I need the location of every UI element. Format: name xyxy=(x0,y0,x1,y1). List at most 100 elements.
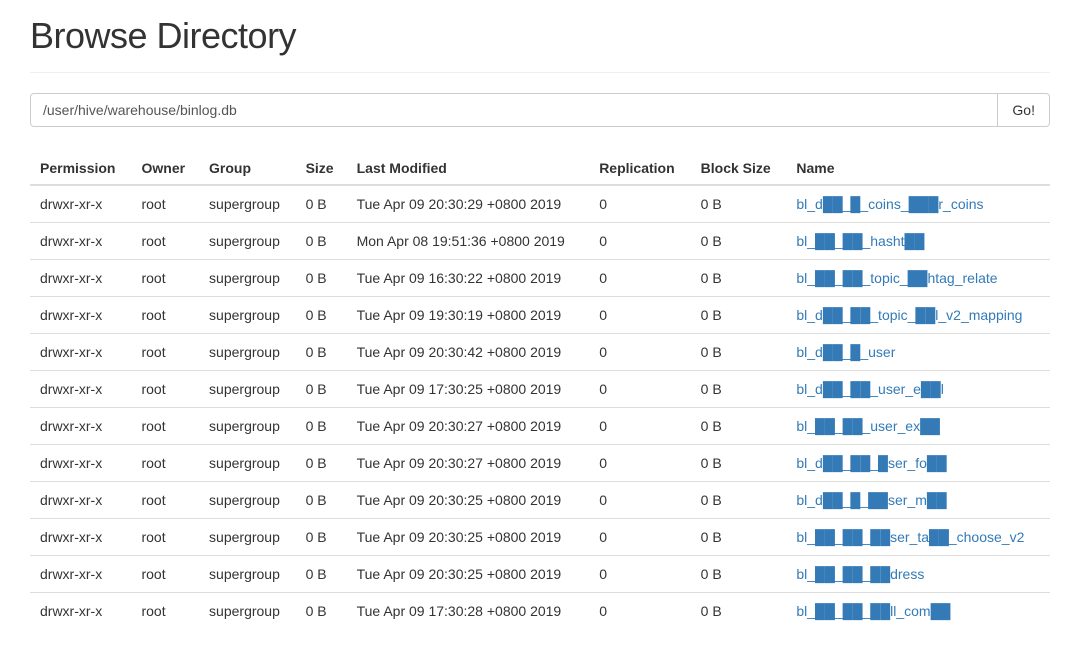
cell-size: 0 B xyxy=(296,408,347,445)
cell-owner: root xyxy=(131,260,199,297)
cell-name: bl_d██_█_coins_███r_coins xyxy=(786,185,1050,223)
cell-last-modified: Tue Apr 09 20:30:25 +0800 2019 xyxy=(347,556,590,593)
cell-last-modified: Tue Apr 09 17:30:28 +0800 2019 xyxy=(347,593,590,630)
col-permission: Permission xyxy=(30,152,131,185)
cell-block-size: 0 B xyxy=(691,297,787,334)
cell-size: 0 B xyxy=(296,371,347,408)
cell-last-modified: Tue Apr 09 20:30:42 +0800 2019 xyxy=(347,334,590,371)
table-header-row: Permission Owner Group Size Last Modifie… xyxy=(30,152,1050,185)
cell-size: 0 B xyxy=(296,445,347,482)
cell-owner: root xyxy=(131,593,199,630)
name-link[interactable]: bl_██_██_topic_██htag_relate xyxy=(796,270,997,286)
cell-name: bl_██_██_██ser_ta██_choose_v2 xyxy=(786,519,1050,556)
col-size: Size xyxy=(296,152,347,185)
cell-name: bl_██_██_user_ex██ xyxy=(786,408,1050,445)
cell-block-size: 0 B xyxy=(691,519,787,556)
table-row: drwxr-xr-xrootsupergroup0 BTue Apr 09 19… xyxy=(30,297,1050,334)
name-link[interactable]: bl_██_██_hasht██ xyxy=(796,233,924,249)
cell-replication: 0 xyxy=(589,297,690,334)
name-link[interactable]: bl_██_██_██ser_ta██_choose_v2 xyxy=(796,529,1024,545)
cell-group: supergroup xyxy=(199,482,296,519)
col-name: Name xyxy=(786,152,1050,185)
table-row: drwxr-xr-xrootsupergroup0 BTue Apr 09 20… xyxy=(30,445,1050,482)
name-link[interactable]: bl_d██_██_█ser_fo██ xyxy=(796,455,946,471)
name-link[interactable]: bl_d██_██_topic_██l_v2_mapping xyxy=(796,307,1022,323)
cell-last-modified: Tue Apr 09 16:30:22 +0800 2019 xyxy=(347,260,590,297)
cell-name: bl_██_██_topic_██htag_relate xyxy=(786,260,1050,297)
cell-block-size: 0 B xyxy=(691,371,787,408)
cell-last-modified: Tue Apr 09 20:30:25 +0800 2019 xyxy=(347,519,590,556)
cell-owner: root xyxy=(131,482,199,519)
page-title: Browse Directory xyxy=(30,15,1050,57)
cell-replication: 0 xyxy=(589,482,690,519)
cell-permission: drwxr-xr-x xyxy=(30,519,131,556)
cell-replication: 0 xyxy=(589,260,690,297)
path-input[interactable] xyxy=(30,93,998,127)
cell-size: 0 B xyxy=(296,260,347,297)
name-link[interactable]: bl_d██_█_user xyxy=(796,344,895,360)
col-group: Group xyxy=(199,152,296,185)
cell-size: 0 B xyxy=(296,334,347,371)
name-link[interactable]: bl_██_██_██dress xyxy=(796,566,924,582)
name-link[interactable]: bl_██_██_user_ex██ xyxy=(796,418,940,434)
cell-size: 0 B xyxy=(296,556,347,593)
table-row: drwxr-xr-xrootsupergroup0 BTue Apr 09 20… xyxy=(30,556,1050,593)
cell-group: supergroup xyxy=(199,185,296,223)
cell-group: supergroup xyxy=(199,223,296,260)
cell-size: 0 B xyxy=(296,593,347,630)
cell-group: supergroup xyxy=(199,408,296,445)
cell-replication: 0 xyxy=(589,593,690,630)
cell-replication: 0 xyxy=(589,223,690,260)
cell-name: bl_d██_█_██ser_m██ xyxy=(786,482,1050,519)
cell-owner: root xyxy=(131,556,199,593)
cell-block-size: 0 B xyxy=(691,445,787,482)
cell-owner: root xyxy=(131,297,199,334)
table-row: drwxr-xr-xrootsupergroup0 BTue Apr 09 20… xyxy=(30,482,1050,519)
cell-replication: 0 xyxy=(589,556,690,593)
cell-owner: root xyxy=(131,334,199,371)
cell-name: bl_██_██_██ll_com██ xyxy=(786,593,1050,630)
cell-last-modified: Mon Apr 08 19:51:36 +0800 2019 xyxy=(347,223,590,260)
cell-size: 0 B xyxy=(296,223,347,260)
table-row: drwxr-xr-xrootsupergroup0 BTue Apr 09 20… xyxy=(30,185,1050,223)
cell-name: bl_d██_██_topic_██l_v2_mapping xyxy=(786,297,1050,334)
col-block-size: Block Size xyxy=(691,152,787,185)
cell-group: supergroup xyxy=(199,519,296,556)
cell-block-size: 0 B xyxy=(691,185,787,223)
table-row: drwxr-xr-xrootsupergroup0 BTue Apr 09 20… xyxy=(30,519,1050,556)
cell-group: supergroup xyxy=(199,260,296,297)
name-link[interactable]: bl_██_██_██ll_com██ xyxy=(796,603,950,619)
cell-replication: 0 xyxy=(589,408,690,445)
name-link[interactable]: bl_d██_█_coins_███r_coins xyxy=(796,196,983,212)
name-link[interactable]: bl_d██_██_user_e██l xyxy=(796,381,943,397)
cell-name: bl_██_██_██dress xyxy=(786,556,1050,593)
cell-owner: root xyxy=(131,408,199,445)
cell-last-modified: Tue Apr 09 20:30:27 +0800 2019 xyxy=(347,408,590,445)
cell-block-size: 0 B xyxy=(691,223,787,260)
cell-owner: root xyxy=(131,223,199,260)
cell-block-size: 0 B xyxy=(691,260,787,297)
cell-block-size: 0 B xyxy=(691,334,787,371)
cell-last-modified: Tue Apr 09 20:30:29 +0800 2019 xyxy=(347,185,590,223)
cell-size: 0 B xyxy=(296,519,347,556)
cell-group: supergroup xyxy=(199,556,296,593)
cell-last-modified: Tue Apr 09 20:30:27 +0800 2019 xyxy=(347,445,590,482)
table-row: drwxr-xr-xrootsupergroup0 BMon Apr 08 19… xyxy=(30,223,1050,260)
cell-permission: drwxr-xr-x xyxy=(30,482,131,519)
go-button[interactable]: Go! xyxy=(998,93,1050,127)
table-row: drwxr-xr-xrootsupergroup0 BTue Apr 09 20… xyxy=(30,334,1050,371)
name-link[interactable]: bl_d██_█_██ser_m██ xyxy=(796,492,946,508)
cell-last-modified: Tue Apr 09 17:30:25 +0800 2019 xyxy=(347,371,590,408)
cell-name: bl_██_██_hasht██ xyxy=(786,223,1050,260)
cell-permission: drwxr-xr-x xyxy=(30,297,131,334)
cell-last-modified: Tue Apr 09 19:30:19 +0800 2019 xyxy=(347,297,590,334)
cell-owner: root xyxy=(131,519,199,556)
col-replication: Replication xyxy=(589,152,690,185)
cell-size: 0 B xyxy=(296,482,347,519)
cell-permission: drwxr-xr-x xyxy=(30,556,131,593)
table-row: drwxr-xr-xrootsupergroup0 BTue Apr 09 20… xyxy=(30,408,1050,445)
cell-replication: 0 xyxy=(589,185,690,223)
cell-block-size: 0 B xyxy=(691,408,787,445)
cell-owner: root xyxy=(131,445,199,482)
path-input-group: Go! xyxy=(30,93,1050,127)
